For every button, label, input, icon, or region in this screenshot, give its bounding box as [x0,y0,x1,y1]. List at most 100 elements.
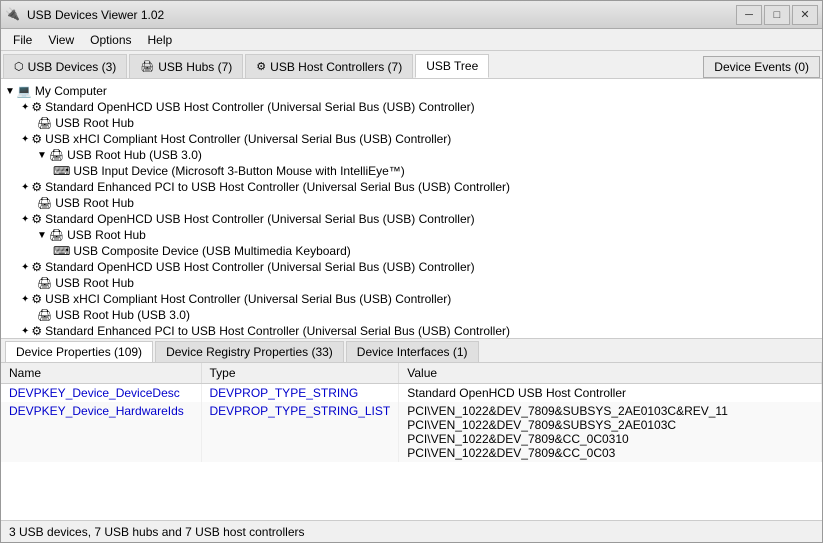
tree-item[interactable]: ✦ ⚙ Standard Enhanced PCI to USB Host Co… [1,323,822,339]
tree-item[interactable]: 🖨 USB Root Hub [1,115,822,131]
menu-bar: File View Options Help [1,29,822,51]
col-header-value: Value [399,363,822,384]
usb-hc-icon: ⚙ [256,60,266,73]
tree-item-label: USB Root Hub [67,228,146,242]
main-window: 🔌 USB Devices Viewer 1.02 ─ □ ✕ File Vie… [0,0,823,543]
usb-devices-icon: ⬡ [14,60,24,73]
multiline-value: PCI\VEN_1022&DEV_7809&CC_0C03 [407,446,813,460]
multiline-value: PCI\VEN_1022&DEV_7809&CC_0C0310 [407,432,813,446]
tree-item-label: Standard Enhanced PCI to USB Host Contro… [45,180,510,194]
cell-name: DEVPKEY_Device_HardwareIds [1,402,201,462]
col-header-type: Type [201,363,399,384]
tree-item[interactable]: 🖨 USB Root Hub [1,275,822,291]
cell-value: Standard OpenHCD USB Host Controller [399,384,822,403]
hub-icon: 🖨 [37,196,52,210]
tree-item-label: Standard OpenHCD USB Host Controller (Un… [45,100,474,114]
tree-item[interactable]: ⌨ USB Input Device (Microsoft 3-Button M… [1,163,822,179]
expand-icon: ✦ [21,326,29,337]
multiline-value: PCI\VEN_1022&DEV_7809&SUBSYS_2AE0103C [407,418,813,432]
menu-view[interactable]: View [40,31,82,49]
menu-help[interactable]: Help [140,31,181,49]
status-text: 3 USB devices, 7 USB hubs and 7 USB host… [9,525,304,539]
tab-usb-hubs-label: USB Hubs (7) [158,60,232,74]
tab-usb-devices-label: USB Devices (3) [28,60,117,74]
sub-tab-device-properties[interactable]: Device Properties (109) [5,341,153,362]
title-bar: 🔌 USB Devices Viewer 1.02 ─ □ ✕ [1,1,822,29]
main-content: ▼ 💻 My Computer ✦ ⚙ Standard OpenHCD USB… [1,79,822,520]
sub-tab-device-interfaces[interactable]: Device Interfaces (1) [346,341,479,362]
tab-usb-tree[interactable]: USB Tree [415,54,489,78]
tree-item[interactable]: ▼ 🖨 USB Root Hub [1,227,822,243]
tree-item[interactable]: ▼ 💻 My Computer [1,83,822,99]
close-button[interactable]: ✕ [792,5,818,25]
cell-type: DEVPROP_TYPE_STRING_LIST [201,402,399,462]
tab-usb-tree-label: USB Tree [426,59,478,73]
device-icon: ⌨ [53,244,70,258]
tree-item[interactable]: ✦ ⚙ Standard Enhanced PCI to USB Host Co… [1,179,822,195]
menu-options[interactable]: Options [82,31,139,49]
menu-file[interactable]: File [5,31,40,49]
tree-item[interactable]: ⌨ USB Composite Device (USB Multimedia K… [1,243,822,259]
expand-icon: ▼ [37,150,47,161]
tree-item[interactable]: 🖨 USB Root Hub [1,195,822,211]
tree-item-label: USB Root Hub (USB 3.0) [55,308,190,322]
tree-item-label: USB xHCI Compliant Host Controller (Univ… [45,132,451,146]
tab-usb-hubs[interactable]: 🖨 USB Hubs (7) [129,54,243,78]
hub-icon: 🖨 [37,308,52,322]
usb-hubs-icon: 🖨 [140,60,154,73]
properties-table[interactable]: Name Type Value DEVPKEY_Device_DeviceDes… [1,363,822,520]
tree-item-label: USB Root Hub [55,116,134,130]
tree-item-label: My Computer [35,84,107,98]
expand-icon: ✦ [21,134,29,145]
tree-item[interactable]: ✦ ⚙ USB xHCI Compliant Host Controller (… [1,291,822,307]
cell-name: DEVPKEY_Device_DeviceDesc [1,384,201,403]
tree-item-label: USB Composite Device (USB Multimedia Key… [73,244,350,258]
tab-usb-hc-label: USB Host Controllers (7) [270,60,402,74]
tree-item-label: Standard OpenHCD USB Host Controller (Un… [45,212,474,226]
expand-icon: ▼ [37,230,47,241]
hub-icon: 🖨 [49,228,64,242]
gear-icon: ⚙ [31,260,42,274]
sub-tab-device-registry[interactable]: Device Registry Properties (33) [155,341,344,362]
tab-usb-devices[interactable]: ⬡ USB Devices (3) [3,54,127,78]
hub-icon: 🖨 [49,148,64,162]
tree-item-label: USB xHCI Compliant Host Controller (Univ… [45,292,451,306]
data-table: Name Type Value DEVPKEY_Device_DeviceDes… [1,363,822,462]
expand-icon: ✦ [21,102,29,113]
hub-icon: 🖨 [37,116,52,130]
tree-item[interactable]: ✦ ⚙ Standard OpenHCD USB Host Controller… [1,211,822,227]
col-header-name: Name [1,363,201,384]
main-tab-bar: ⬡ USB Devices (3) 🖨 USB Hubs (7) ⚙ USB H… [1,51,822,79]
window-title: USB Devices Viewer 1.02 [27,8,164,22]
tab-usb-host-controllers[interactable]: ⚙ USB Host Controllers (7) [245,54,413,78]
tree-item-label: USB Root Hub [55,276,134,290]
tree-item-label: USB Root Hub (USB 3.0) [67,148,202,162]
tree-item[interactable]: ✦ ⚙ Standard OpenHCD USB Host Controller… [1,99,822,115]
hub-icon: 🖨 [37,276,52,290]
tree-item[interactable]: 🖨 USB Root Hub (USB 3.0) [1,307,822,323]
gear-icon: ⚙ [31,100,42,114]
computer-icon: 💻 [17,84,32,98]
gear-icon: ⚙ [31,132,42,146]
tree-item-label: USB Root Hub [55,196,134,210]
gear-icon: ⚙ [31,324,42,338]
expand-icon: ✦ [21,214,29,225]
status-bar: 3 USB devices, 7 USB hubs and 7 USB host… [1,520,822,542]
title-bar-left: 🔌 USB Devices Viewer 1.02 [5,7,164,23]
gear-icon: ⚙ [31,292,42,306]
tree-panel[interactable]: ▼ 💻 My Computer ✦ ⚙ Standard OpenHCD USB… [1,79,822,339]
table-row[interactable]: DEVPKEY_Device_DeviceDesc DEVPROP_TYPE_S… [1,384,822,403]
multiline-value: PCI\VEN_1022&DEV_7809&SUBSYS_2AE0103C&RE… [407,404,813,418]
tree-item[interactable]: ✦ ⚙ Standard OpenHCD USB Host Controller… [1,259,822,275]
table-row[interactable]: DEVPKEY_Device_HardwareIds DEVPROP_TYPE_… [1,402,822,462]
device-events-button[interactable]: Device Events (0) [703,56,820,78]
tree-item[interactable]: ▼ 🖨 USB Root Hub (USB 3.0) [1,147,822,163]
tree-item-label: Standard OpenHCD USB Host Controller (Un… [45,260,474,274]
minimize-button[interactable]: ─ [736,5,762,25]
expand-icon: ✦ [21,262,29,273]
maximize-button[interactable]: □ [764,5,790,25]
tree-item-label: USB Input Device (Microsoft 3-Button Mou… [73,164,404,178]
gear-icon: ⚙ [31,180,42,194]
sub-tab-bar: Device Properties (109) Device Registry … [1,339,822,363]
tree-item[interactable]: ✦ ⚙ USB xHCI Compliant Host Controller (… [1,131,822,147]
